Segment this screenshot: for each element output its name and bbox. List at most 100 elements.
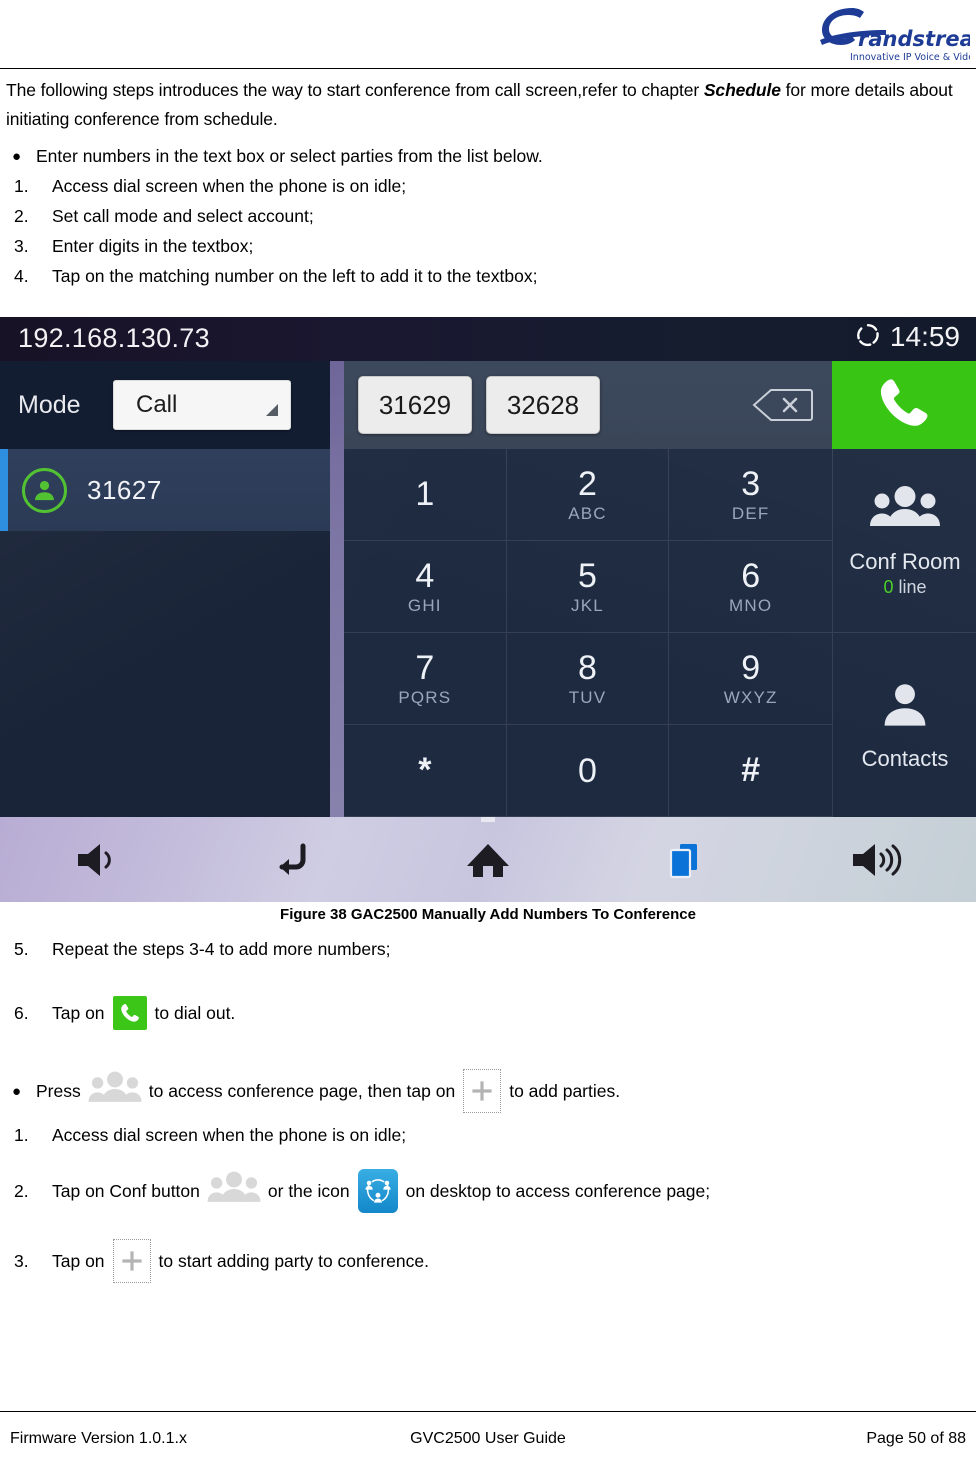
number-chip[interactable]: 32628: [486, 376, 600, 434]
dialpad-key-hash[interactable]: #: [669, 725, 832, 817]
list-text: Tap on the matching number on the left t…: [52, 266, 538, 286]
key-letters: WXYZ: [723, 687, 778, 707]
dialpad-key-1[interactable]: 1: [344, 449, 507, 541]
key-digit: 8: [578, 648, 597, 687]
person-icon: [879, 679, 931, 736]
dialpad-key-6[interactable]: 6 MNO: [669, 541, 832, 633]
key-letters: MNO: [729, 595, 773, 615]
key-digit: 4: [415, 556, 435, 595]
backspace-icon[interactable]: [752, 388, 814, 422]
sync-circle-icon: [855, 322, 881, 353]
list-index: 2.: [14, 1180, 29, 1201]
key-digit: 1: [415, 474, 435, 513]
key-digit: 9: [741, 648, 761, 687]
status-bar: 192.168.130.73 14:59: [0, 317, 976, 361]
list-index: 3.: [14, 236, 29, 256]
dialpad[interactable]: 1 2 ABC 3 DEF 4 GHI 5 JKL 6 MNO 7 PQRS 8…: [344, 449, 832, 817]
list-index: 4.: [14, 266, 29, 286]
nav-hint-indicator: [481, 817, 495, 822]
intro-text-part1: The following steps introduces the way t…: [6, 80, 704, 100]
list-index: 3.: [14, 1250, 29, 1271]
list-index: 5.: [14, 938, 29, 959]
key-letters: DEF: [731, 503, 770, 523]
mode-select-value: Call: [136, 391, 178, 418]
contacts-button[interactable]: Contacts: [833, 633, 976, 817]
header-divider: [0, 68, 976, 69]
post-figure-steps: 5. Repeat the steps 3-4 to add more numb…: [0, 934, 976, 1290]
dialpad-key-star[interactable]: *: [344, 725, 507, 817]
key-digit: *: [418, 751, 432, 789]
list-text-post: to start adding party to conference.: [158, 1250, 429, 1271]
dialpad-key-4[interactable]: 4 GHI: [344, 541, 507, 633]
number-input-bar[interactable]: 31629 32628: [344, 361, 832, 449]
left-panel: Mode Call 31627: [0, 361, 330, 817]
document-body: The following steps introduces the way t…: [0, 76, 976, 291]
list-index: 1.: [14, 176, 29, 196]
key-digit: #: [741, 751, 761, 789]
dialpad-key-5[interactable]: 5 JKL: [506, 541, 670, 633]
phone-handset-icon: [875, 374, 933, 437]
key-digit: 6: [741, 556, 761, 595]
figure-caption: Figure 38 GAC2500 Manually Add Numbers T…: [280, 906, 696, 923]
dialpad-key-9[interactable]: 9 WXYZ: [669, 633, 832, 725]
key-letters: JKL: [571, 595, 604, 615]
status-ip-address: 192.168.130.73: [18, 323, 210, 353]
conf-room-count-value: 0: [883, 576, 894, 597]
back-icon[interactable]: [238, 825, 348, 895]
list-item: 4. Tap on the matching number on the lef…: [6, 261, 970, 291]
contact-number: 31627: [87, 474, 162, 505]
key-letters: GHI: [407, 595, 442, 615]
mode-label: Mode: [18, 390, 81, 419]
mode-select-dropdown[interactable]: Call: [113, 380, 291, 430]
key-digit: 0: [578, 751, 597, 790]
bullet-text-pre: Press: [36, 1080, 81, 1101]
dropdown-caret-icon: [266, 404, 278, 416]
conference-app-icon: [357, 1169, 398, 1213]
logo-tagline: Innovative IP Voice & Video: [850, 52, 970, 63]
list-text: Enter digits in the textbox;: [52, 236, 254, 256]
list-text: Set call mode and select account;: [52, 206, 314, 226]
list-text: Access dial screen when the phone is on …: [52, 176, 407, 196]
list-text-post: on desktop to access conference page;: [405, 1180, 711, 1201]
key-digit: 2: [578, 464, 597, 503]
dialpad-key-7[interactable]: 7 PQRS: [344, 633, 507, 725]
status-right-group: 14:59: [855, 321, 960, 353]
dialpad-key-8[interactable]: 8 TUV: [506, 633, 670, 725]
bullet-text-mid: to access conference page, then tap on: [148, 1080, 456, 1101]
bullet-text-post: to add parties.: [509, 1080, 621, 1101]
list-item: 5. Repeat the steps 3-4 to add more numb…: [6, 934, 970, 964]
intro-paragraph: The following steps introduces the way t…: [6, 76, 970, 134]
dialpad-key-3[interactable]: 3 DEF: [669, 449, 832, 541]
footer-divider: [0, 1411, 976, 1412]
conf-room-button[interactable]: Conf Room 0 line: [833, 449, 976, 633]
group-people-icon: [87, 1069, 143, 1114]
volume-down-icon[interactable]: [43, 825, 153, 895]
bullet-dot-icon: ●: [12, 148, 22, 165]
list-item: 3. Tap on to start adding party to confe…: [6, 1232, 970, 1290]
dialpad-key-0[interactable]: 0: [506, 725, 670, 817]
bullet-label: Enter numbers in the text box or select …: [36, 146, 543, 166]
list-index: 1.: [14, 1124, 29, 1145]
group-people-icon: [206, 1169, 262, 1214]
number-chip[interactable]: 31629: [358, 376, 472, 434]
list-item: 3. Enter digits in the textbox;: [6, 231, 970, 261]
recent-apps-icon[interactable]: [628, 825, 738, 895]
conf-room-label: Conf Room: [849, 548, 961, 574]
volume-up-icon[interactable]: [823, 825, 933, 895]
dialpad-key-2[interactable]: 2 ABC: [506, 449, 670, 541]
vertical-scrollbar[interactable]: [330, 361, 344, 817]
status-clock: 14:59: [889, 321, 960, 352]
home-icon[interactable]: [433, 825, 543, 895]
mode-bar: Mode Call: [0, 361, 330, 449]
add-plus-icon: [112, 1239, 151, 1283]
document-page: randstream Innovative IP Voice & Video T…: [0, 0, 976, 1466]
key-letters: TUV: [568, 687, 607, 707]
call-button[interactable]: [832, 361, 976, 449]
android-nav-bar: [0, 817, 976, 902]
key-letters: PQRS: [398, 687, 452, 707]
dial-screen: Mode Call 31627 31629 32628 1 2 ABC 3 DE…: [0, 361, 976, 817]
bullet-item-press-conf: ● Press to access conference page, then …: [6, 1062, 970, 1120]
selection-indicator: [0, 449, 8, 531]
contact-list-item-31627[interactable]: 31627: [0, 449, 330, 531]
intro-emphasis-schedule: Schedule: [703, 80, 781, 100]
